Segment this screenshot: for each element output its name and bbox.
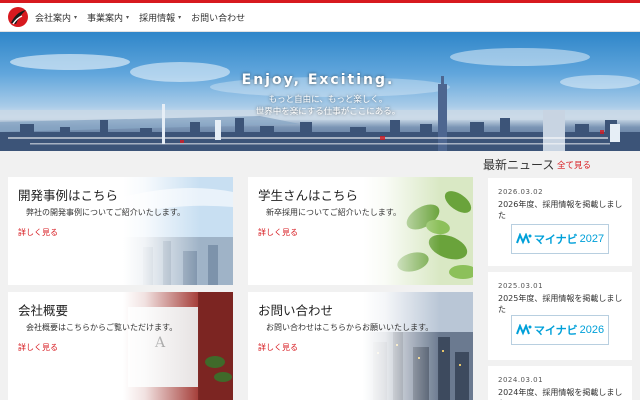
nav-label: 採用情報 — [139, 13, 176, 24]
mynavi-logo-icon — [515, 324, 532, 336]
company-logo-icon[interactable] — [7, 6, 29, 28]
news-item[interactable]: 2025.03.01 2025年度、採用情報を掲載しました マイナビ 2026 — [488, 272, 632, 360]
banner-label: マイナビ — [533, 325, 578, 337]
card-company-profile[interactable]: A 会社概要 会社概要はこちらからご覧いただけます。 詳しく見る — [8, 292, 233, 400]
nav-label: お問い合わせ — [191, 13, 246, 24]
hero-banner: Enjoy, Exciting. もっと自由に、もっと楽しく。 世界中を楽にする… — [0, 32, 640, 151]
news-heading: 最新ニュース — [483, 158, 555, 172]
news-item[interactable]: 2024.03.01 2024年度、採用情報を掲載しました — [488, 366, 632, 400]
banner-year: 2027 — [579, 233, 605, 245]
nav-label: 会社案内 — [35, 13, 72, 24]
site-header: 会社案内 ▾ 事業案内 ▾ 採用情報 ▾ お問い合わせ — [0, 3, 640, 32]
banner-label: マイナビ — [533, 234, 578, 246]
card-description: お問い合わせはこちらからお願いいたします。 — [266, 323, 434, 332]
nav-item-recruit[interactable]: 採用情報 ▾ — [139, 11, 181, 24]
nav-item-contact[interactable]: お問い合わせ — [191, 11, 245, 24]
card-more-link[interactable]: 詳しく見る — [258, 342, 298, 353]
hero-subtitle-line1: もっと自由に、もっと楽しく。 — [268, 95, 388, 105]
nav-item-company[interactable]: 会社案内 ▾ — [35, 11, 77, 24]
card-more-link[interactable]: 詳しく見る — [18, 227, 58, 238]
news-date: 2024.03.01 — [498, 376, 544, 384]
chevron-down-icon: ▾ — [74, 13, 78, 21]
card-students[interactable]: 学生さんはこちら 新卒採用についてご紹介いたします。 詳しく見る — [248, 177, 473, 285]
news-see-all-link[interactable]: 全て見る — [557, 159, 591, 171]
card-description: 弊社の開発事例についてご紹介いたします。 — [26, 208, 185, 217]
hero-title: Enjoy, Exciting. — [241, 72, 395, 88]
news-text: 2024年度、採用情報を掲載しました — [498, 388, 623, 400]
news-text: 2025年度、採用情報を掲載しました — [498, 294, 623, 314]
news-item[interactable]: 2026.03.02 2026年度、採用情報を掲載しました マイナビ 2027 — [488, 178, 632, 266]
city-skyline-image — [0, 48, 640, 151]
photo-fade — [363, 177, 473, 285]
card-description: 新卒採用についてご紹介いたします。 — [266, 208, 401, 217]
news-date: 2026.03.02 — [498, 188, 544, 196]
card-more-link[interactable]: 詳しく見る — [18, 342, 58, 353]
news-date: 2025.03.01 — [498, 282, 544, 290]
banner-year: 2026 — [579, 324, 605, 336]
mynavi-banner[interactable]: マイナビ 2027 — [511, 224, 609, 254]
card-title: 会社概要 — [18, 303, 69, 318]
card-title: 開発事例はこちら — [18, 188, 119, 203]
card-title: お問い合わせ — [258, 303, 334, 318]
nav-item-business[interactable]: 事業案内 ▾ — [87, 11, 129, 24]
mynavi-logo-icon — [515, 233, 532, 245]
chevron-down-icon: ▾ — [178, 13, 182, 21]
photo-fade — [123, 177, 233, 285]
main-nav: 会社案内 ▾ 事業案内 ▾ 採用情報 ▾ お問い合わせ — [35, 11, 255, 24]
card-title: 学生さんはこちら — [258, 188, 359, 203]
nav-label: 事業案内 — [87, 13, 124, 24]
hero-subtitle-line2: 世界中を楽にする仕事がここにある。 — [255, 107, 401, 117]
card-more-link[interactable]: 詳しく見る — [258, 227, 298, 238]
mynavi-banner[interactable]: マイナビ 2026 — [511, 315, 609, 345]
card-case-studies[interactable]: 開発事例はこちら 弊社の開発事例についてご紹介いたします。 詳しく見る — [8, 177, 233, 285]
card-description: 会社概要はこちらからご覧いただけます。 — [26, 323, 178, 332]
chevron-down-icon: ▾ — [126, 13, 130, 21]
photo-fade — [363, 292, 473, 400]
photo-fade — [123, 292, 233, 400]
news-text: 2026年度、採用情報を掲載しました — [498, 200, 623, 220]
card-contact[interactable]: お問い合わせ お問い合わせはこちらからお願いいたします。 詳しく見る — [248, 292, 473, 400]
